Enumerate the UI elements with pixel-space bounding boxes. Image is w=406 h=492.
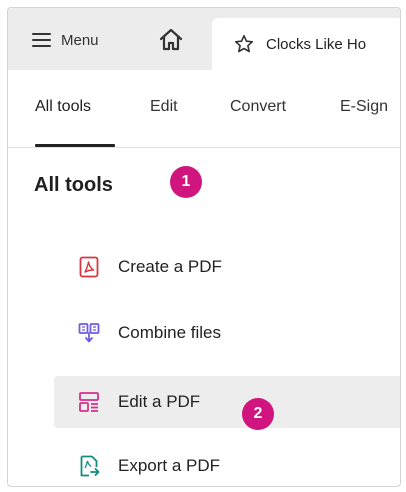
tool-label: Edit a PDF — [118, 392, 201, 411]
tool-combine-files[interactable]: Combine files — [54, 307, 400, 359]
home-icon[interactable] — [158, 27, 184, 53]
app-panel: Menu Clocks Like Ho All tools Edit Conve… — [7, 7, 401, 487]
tool-label: Create a PDF — [118, 257, 222, 276]
menu-label: Menu — [61, 31, 99, 49]
tab-convert[interactable]: Convert — [230, 98, 286, 116]
tool-export-pdf[interactable]: Export a PDF — [54, 440, 400, 486]
edit-pdf-icon — [79, 392, 99, 412]
tool-category-tabs: All tools Edit Convert E-Sign — [8, 70, 400, 148]
active-tab-indicator — [35, 144, 115, 147]
tool-label: Combine files — [118, 323, 221, 342]
menu-button[interactable]: Menu — [32, 26, 99, 54]
callout-badge-2: 2 — [242, 398, 274, 430]
callout-badge-1: 1 — [170, 166, 202, 198]
tab-all-tools[interactable]: All tools — [35, 98, 91, 116]
document-tab[interactable]: Clocks Like Ho — [212, 18, 400, 70]
top-bar: Menu Clocks Like Ho — [8, 8, 400, 70]
combine-files-icon — [78, 323, 100, 343]
tool-create-pdf[interactable]: Create a PDF — [54, 241, 400, 293]
tool-label: Export a PDF — [118, 456, 221, 475]
section-title: All tools — [34, 174, 113, 196]
document-tab-title: Clocks Like Ho — [266, 35, 367, 53]
tool-edit-pdf[interactable]: Edit a PDF — [54, 376, 400, 428]
tab-edit[interactable]: Edit — [150, 98, 178, 116]
create-pdf-icon — [79, 256, 99, 278]
hamburger-icon — [32, 33, 51, 47]
star-icon[interactable] — [234, 34, 254, 54]
export-pdf-icon — [80, 455, 100, 477]
tab-e-sign[interactable]: E-Sign — [340, 98, 388, 116]
